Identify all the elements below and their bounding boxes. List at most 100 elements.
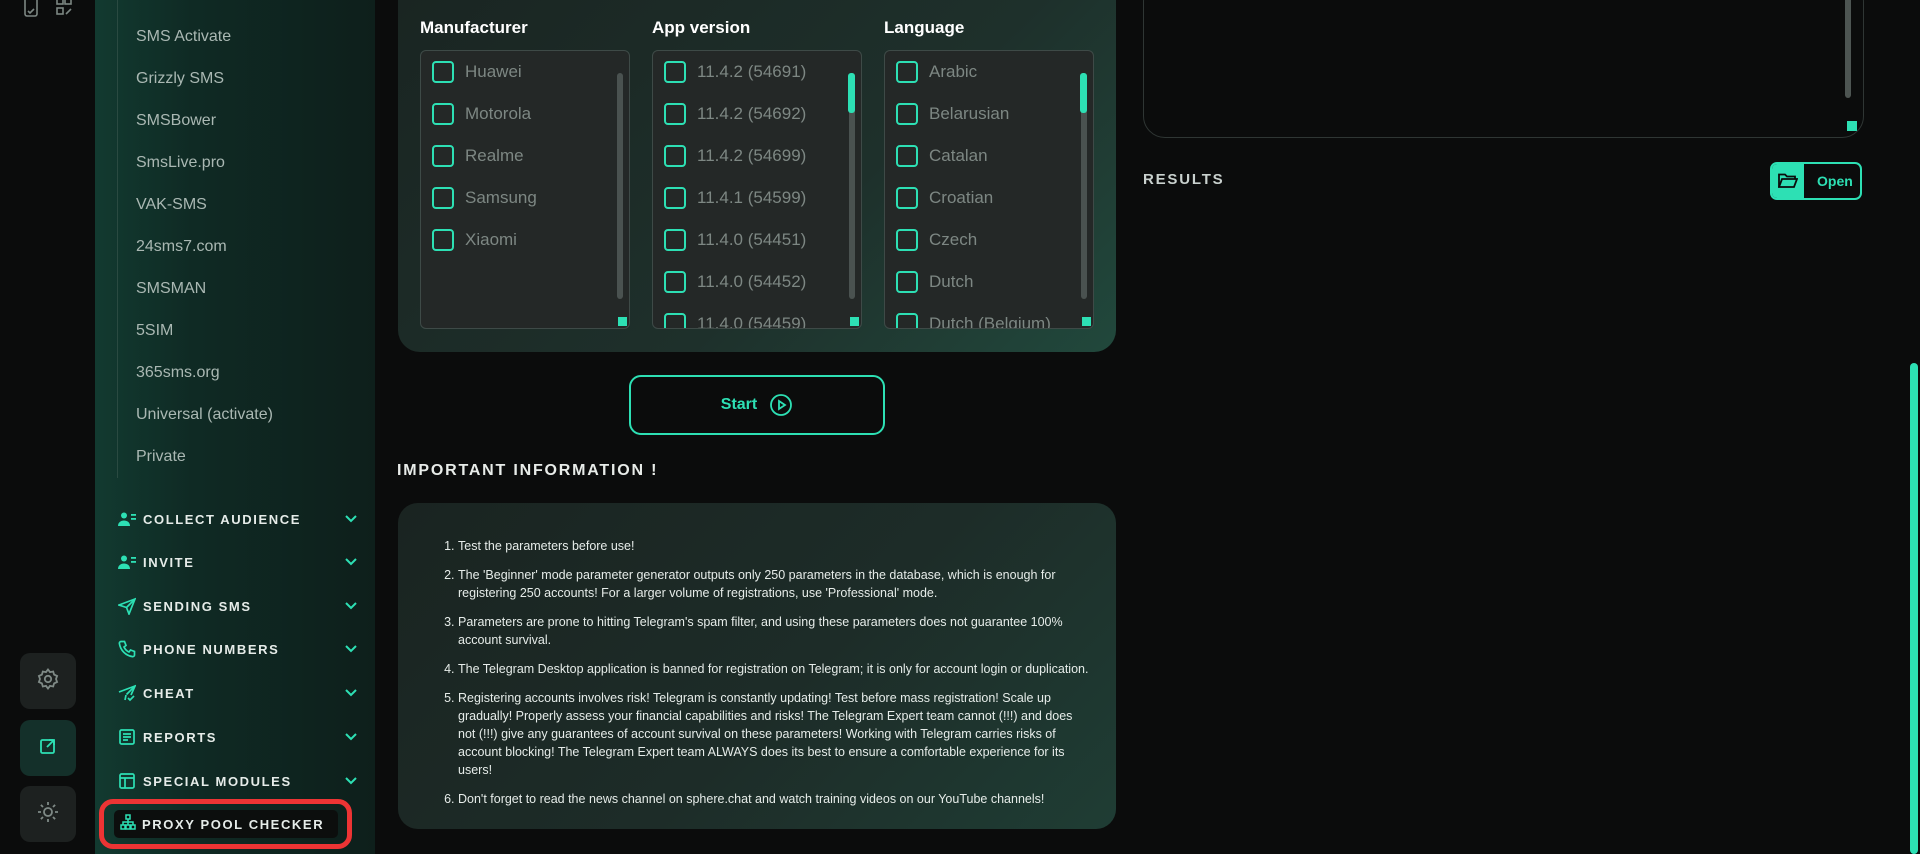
app-version-option[interactable]: 11.4.1 (54599) bbox=[653, 177, 861, 219]
info-item: Don't forget to read the news channel on… bbox=[458, 790, 1090, 808]
start-button[interactable]: Start bbox=[629, 375, 885, 435]
checkbox[interactable] bbox=[896, 229, 918, 251]
manufacturer-option[interactable]: Motorola bbox=[421, 93, 629, 135]
checkbox[interactable] bbox=[664, 229, 686, 251]
chevron-down-icon bbox=[343, 641, 359, 657]
language-option[interactable]: Arabic bbox=[885, 51, 1093, 93]
app-version-option[interactable]: 11.4.0 (54459) bbox=[653, 303, 861, 328]
section-phone-numbers[interactable]: PHONE NUMBERS bbox=[117, 632, 359, 666]
language-listbox[interactable]: Arabic Belarusian Catalan Croatian Czech… bbox=[884, 50, 1094, 329]
chevron-down-icon bbox=[343, 598, 359, 614]
resize-handle[interactable] bbox=[1082, 317, 1091, 326]
chevron-down-icon bbox=[343, 729, 359, 745]
info-item: Parameters are prone to hitting Telegram… bbox=[458, 613, 1090, 649]
sidebar-item-proxy-pool-checker[interactable]: PROXY POOL CHECKER bbox=[114, 810, 338, 838]
phone-icon bbox=[117, 639, 137, 659]
manufacturer-option[interactable]: Xiaomi bbox=[421, 219, 629, 261]
info-item: The 'Beginner' mode parameter generator … bbox=[458, 566, 1090, 602]
checkbox[interactable] bbox=[664, 103, 686, 125]
language-option[interactable]: Catalan bbox=[885, 135, 1093, 177]
checkbox[interactable] bbox=[896, 187, 918, 209]
document-check-icon[interactable] bbox=[22, 0, 42, 20]
app-version-option[interactable]: 11.4.2 (54692) bbox=[653, 93, 861, 135]
info-item: Test the parameters before use! bbox=[458, 537, 1090, 555]
sidebar-item-vak-sms[interactable]: VAK-SMS bbox=[118, 184, 357, 226]
app-version-option[interactable]: 11.4.2 (54699) bbox=[653, 135, 861, 177]
resize-handle[interactable] bbox=[618, 317, 627, 326]
checkbox[interactable] bbox=[896, 103, 918, 125]
scrollbar[interactable] bbox=[1845, 0, 1851, 98]
chevron-down-icon bbox=[343, 554, 359, 570]
chevron-down-icon bbox=[343, 685, 359, 701]
manufacturer-option[interactable]: Samsung bbox=[421, 177, 629, 219]
section-collect-audience[interactable]: COLLECT AUDIENCE bbox=[117, 502, 359, 536]
sidebar-item-365sms[interactable]: 365sms.org bbox=[118, 352, 357, 394]
sidebar-item-grizzly-sms[interactable]: Grizzly SMS bbox=[118, 58, 357, 100]
section-sending-sms[interactable]: SENDING SMS bbox=[117, 589, 359, 623]
page-scrollbar[interactable] bbox=[1910, 363, 1918, 854]
gear-icon bbox=[36, 667, 60, 696]
users-list-icon bbox=[117, 509, 137, 529]
sidebar-item-private[interactable]: Private bbox=[118, 436, 357, 478]
manufacturer-option[interactable]: Realme bbox=[421, 135, 629, 177]
sun-icon bbox=[36, 800, 60, 829]
language-option[interactable]: Dutch bbox=[885, 261, 1093, 303]
important-info-title: IMPORTANT INFORMATION ! bbox=[397, 462, 659, 479]
checkbox[interactable] bbox=[432, 61, 454, 83]
open-results-button[interactable]: Open bbox=[1770, 162, 1862, 200]
sidebar-item-smsbower[interactable]: SMSBower bbox=[118, 100, 357, 142]
sidebar-item-smslive[interactable]: SmsLive.pro bbox=[118, 142, 357, 184]
scrollbar-thumb[interactable] bbox=[1080, 73, 1087, 113]
sidebar: SMS Activate Grizzly SMS SMSBower SmsLiv… bbox=[95, 0, 375, 854]
checkbox[interactable] bbox=[896, 313, 918, 328]
section-reports[interactable]: REPORTS bbox=[117, 720, 359, 754]
sidebar-item-smsman[interactable]: SMSMAN bbox=[118, 268, 357, 310]
checkbox[interactable] bbox=[432, 229, 454, 251]
scrollbar[interactable] bbox=[617, 73, 623, 299]
checkbox[interactable] bbox=[896, 61, 918, 83]
checkbox[interactable] bbox=[664, 145, 686, 167]
app-version-option[interactable]: 11.4.2 (54691) bbox=[653, 51, 861, 93]
sidebar-item-sms-activate[interactable]: SMS Activate bbox=[118, 16, 357, 58]
checkbox[interactable] bbox=[664, 313, 686, 328]
grid-edit-icon[interactable] bbox=[55, 0, 75, 20]
theme-toggle-button[interactable] bbox=[20, 786, 76, 842]
language-option[interactable]: Croatian bbox=[885, 177, 1093, 219]
section-special-modules[interactable]: SPECIAL MODULES bbox=[117, 764, 359, 798]
checkbox[interactable] bbox=[432, 145, 454, 167]
manufacturer-listbox[interactable]: Huawei Motorola Realme Samsung Xiaomi bbox=[420, 50, 630, 329]
section-cheat[interactable]: CHEAT bbox=[117, 676, 359, 710]
app-version-listbox[interactable]: 11.4.2 (54691) 11.4.2 (54692) 11.4.2 (54… bbox=[652, 50, 862, 329]
checkbox[interactable] bbox=[896, 145, 918, 167]
checkbox[interactable] bbox=[664, 61, 686, 83]
scrollbar-thumb[interactable] bbox=[848, 73, 855, 113]
log-textarea[interactable] bbox=[1143, 0, 1864, 138]
chevron-down-icon bbox=[343, 773, 359, 789]
report-icon bbox=[117, 727, 137, 747]
app-version-option[interactable]: 11.4.0 (54451) bbox=[653, 219, 861, 261]
sidebar-item-universal[interactable]: Universal (activate) bbox=[118, 394, 357, 436]
checkbox[interactable] bbox=[664, 187, 686, 209]
proxy-pool-checker-highlight: PROXY POOL CHECKER bbox=[99, 799, 352, 849]
send-check-icon bbox=[117, 683, 137, 703]
icon-rail bbox=[0, 0, 95, 854]
language-option[interactable]: Belarusian bbox=[885, 93, 1093, 135]
folder-open-icon bbox=[1772, 164, 1804, 198]
checkbox[interactable] bbox=[896, 271, 918, 293]
sidebar-item-24sms7[interactable]: 24sms7.com bbox=[118, 226, 357, 268]
section-invite[interactable]: INVITE bbox=[117, 545, 359, 579]
sidebar-item-5sim[interactable]: 5SIM bbox=[118, 310, 357, 352]
info-item: The Telegram Desktop application is bann… bbox=[458, 660, 1090, 678]
external-link-button[interactable] bbox=[20, 720, 76, 776]
resize-handle[interactable] bbox=[1847, 121, 1857, 131]
manufacturer-option[interactable]: Huawei bbox=[421, 51, 629, 93]
settings-button[interactable] bbox=[20, 653, 76, 709]
language-option[interactable]: Czech bbox=[885, 219, 1093, 261]
checkbox[interactable] bbox=[664, 271, 686, 293]
resize-handle[interactable] bbox=[850, 317, 859, 326]
app-version-option[interactable]: 11.4.0 (54452) bbox=[653, 261, 861, 303]
language-option[interactable]: Dutch (Belgium) bbox=[885, 303, 1093, 328]
results-label: RESULTS bbox=[1143, 171, 1225, 188]
checkbox[interactable] bbox=[432, 187, 454, 209]
checkbox[interactable] bbox=[432, 103, 454, 125]
